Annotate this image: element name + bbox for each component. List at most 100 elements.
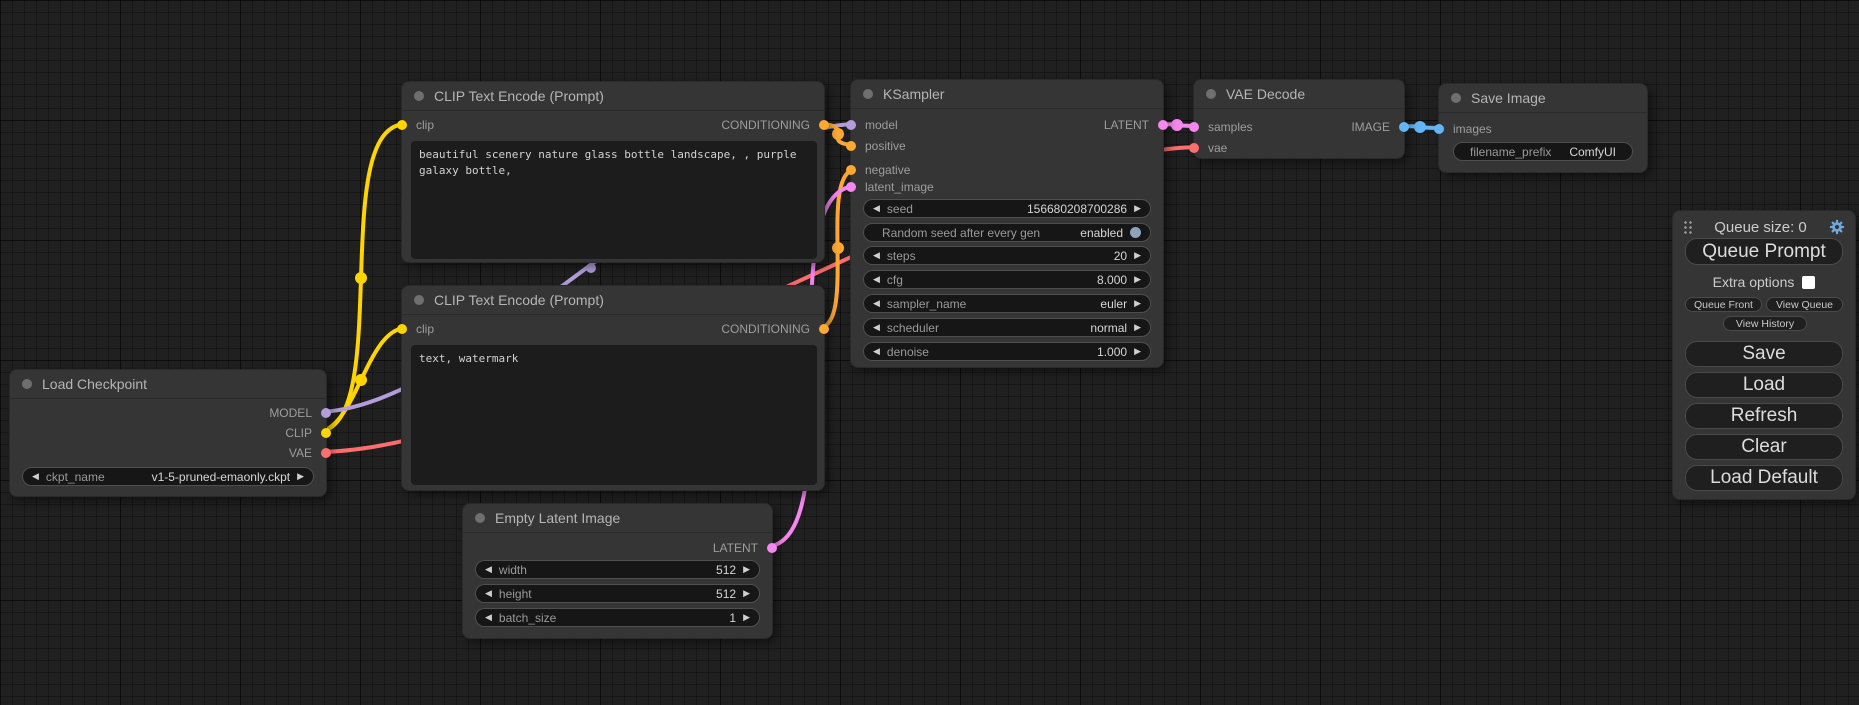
link-dot[interactable] <box>832 242 844 254</box>
decrement-arrow-icon[interactable]: ◀ <box>873 323 880 332</box>
node-empty-latent-image[interactable]: Empty Latent Image LATENT ◀ width 512 ▶ … <box>462 503 773 639</box>
view-queue-button[interactable]: View Queue <box>1766 297 1843 312</box>
filename-prefix-widget[interactable]: filename_prefix ComfyUI <box>1453 142 1633 161</box>
port-vae-input[interactable] <box>1189 143 1199 153</box>
increment-arrow-icon[interactable]: ▶ <box>1134 275 1141 284</box>
scheduler-widget[interactable]: ◀ scheduler normal ▶ <box>863 318 1151 337</box>
collapse-dot-icon[interactable] <box>22 379 32 389</box>
port-latent-image-input[interactable] <box>846 182 856 192</box>
view-history-button[interactable]: View History <box>1723 316 1807 331</box>
output-row-vae: VAE <box>10 443 326 463</box>
denoise-widget[interactable]: ◀ denoise 1.000 ▶ <box>863 342 1151 361</box>
widget-value: 512 <box>716 563 736 577</box>
link-dot[interactable] <box>1171 119 1183 131</box>
decrement-arrow-icon[interactable]: ◀ <box>485 589 492 598</box>
sampler-name-widget[interactable]: ◀ sampler_name euler ▶ <box>863 294 1151 313</box>
increment-arrow-icon[interactable]: ▶ <box>743 589 750 598</box>
node-save-image[interactable]: Save Image images filename_prefix ComfyU… <box>1438 83 1648 173</box>
seed-widget[interactable]: ◀ seed 156680208700286 ▶ <box>863 199 1151 218</box>
port-negative-input[interactable] <box>846 165 856 175</box>
node-vae-decode[interactable]: VAE Decode samples IMAGE vae <box>1193 79 1405 159</box>
widget-label: cfg <box>887 273 903 287</box>
increment-arrow-icon[interactable]: ▶ <box>1134 204 1141 213</box>
collapse-dot-icon[interactable] <box>414 91 424 101</box>
collapse-dot-icon[interactable] <box>1451 93 1461 103</box>
collapse-dot-icon[interactable] <box>1206 89 1216 99</box>
refresh-button[interactable]: Refresh <box>1685 403 1843 429</box>
negative-prompt-textarea[interactable]: text, watermark <box>411 345 817 485</box>
toggle-circle-icon[interactable] <box>1130 227 1141 238</box>
increment-arrow-icon[interactable]: ▶ <box>1134 299 1141 308</box>
node-title-bar[interactable]: CLIP Text Encode (Prompt) <box>402 286 824 315</box>
positive-prompt-textarea[interactable]: beautiful scenery nature glass bottle la… <box>411 141 817 259</box>
link-dot[interactable] <box>355 374 367 386</box>
decrement-arrow-icon[interactable]: ◀ <box>485 565 492 574</box>
increment-arrow-icon[interactable]: ▶ <box>743 565 750 574</box>
extra-options-checkbox[interactable] <box>1802 276 1815 289</box>
port-model-output[interactable] <box>321 408 331 418</box>
save-button[interactable]: Save <box>1685 341 1843 367</box>
load-button[interactable]: Load <box>1685 372 1843 398</box>
node-title-bar[interactable]: VAE Decode <box>1194 80 1404 109</box>
batch-size-widget[interactable]: ◀ batch_size 1 ▶ <box>475 608 760 627</box>
link-dot[interactable] <box>586 263 596 273</box>
collapse-dot-icon[interactable] <box>475 513 485 523</box>
decrement-arrow-icon[interactable]: ◀ <box>873 275 880 284</box>
port-clip-output[interactable] <box>321 428 331 438</box>
random-seed-toggle-widget[interactable]: Random seed after every gen enabled <box>863 223 1151 242</box>
port-model-input[interactable] <box>846 120 856 130</box>
decrement-arrow-icon[interactable]: ◀ <box>873 204 880 213</box>
port-label-model: MODEL <box>269 406 312 420</box>
port-image-output[interactable] <box>1399 122 1409 132</box>
link-dot[interactable] <box>1414 121 1426 133</box>
decrement-arrow-icon[interactable]: ◀ <box>485 613 492 622</box>
port-clip-input[interactable] <box>397 324 407 334</box>
settings-gear-icon[interactable] <box>1829 219 1845 235</box>
port-positive-input[interactable] <box>846 141 856 151</box>
cfg-widget[interactable]: ◀ cfg 8.000 ▶ <box>863 270 1151 289</box>
node-ksampler[interactable]: KSampler model LATENT positive negative … <box>850 79 1164 368</box>
ckpt-name-widget[interactable]: ◀ ckpt_name v1-5-pruned-emaonly.ckpt ▶ <box>22 467 314 486</box>
node-title-bar[interactable]: Save Image <box>1439 84 1647 113</box>
increment-arrow-icon[interactable]: ▶ <box>743 613 750 622</box>
increment-arrow-icon[interactable]: ▶ <box>297 472 304 481</box>
height-widget[interactable]: ◀ height 512 ▶ <box>475 584 760 603</box>
widget-label: filename_prefix <box>1470 145 1551 159</box>
collapse-dot-icon[interactable] <box>414 295 424 305</box>
port-latent-output[interactable] <box>767 543 777 553</box>
node-clip-text-encode-positive[interactable]: CLIP Text Encode (Prompt) clip CONDITION… <box>401 81 825 263</box>
node-title-bar[interactable]: Load Checkpoint <box>10 370 326 399</box>
load-default-button[interactable]: Load Default <box>1685 465 1843 491</box>
steps-widget[interactable]: ◀ steps 20 ▶ <box>863 246 1151 265</box>
collapse-dot-icon[interactable] <box>863 89 873 99</box>
decrement-arrow-icon[interactable]: ◀ <box>873 251 880 260</box>
node-title-bar[interactable]: KSampler <box>851 80 1163 109</box>
port-samples-input[interactable] <box>1189 122 1199 132</box>
port-conditioning-output[interactable] <box>819 120 829 130</box>
node-clip-text-encode-negative[interactable]: CLIP Text Encode (Prompt) clip CONDITION… <box>401 285 825 491</box>
widget-value: ComfyUI <box>1569 145 1616 159</box>
node-load-checkpoint[interactable]: Load Checkpoint MODEL CLIP VAE ◀ ckpt_na… <box>9 369 327 497</box>
queue-prompt-button[interactable]: Queue Prompt <box>1685 238 1843 265</box>
drag-handle-icon[interactable] <box>1683 220 1692 235</box>
port-images-input[interactable] <box>1434 124 1444 134</box>
port-conditioning-output[interactable] <box>819 324 829 334</box>
increment-arrow-icon[interactable]: ▶ <box>1134 347 1141 356</box>
width-widget[interactable]: ◀ width 512 ▶ <box>475 560 760 579</box>
node-title: CLIP Text Encode (Prompt) <box>434 292 604 308</box>
decrement-arrow-icon[interactable]: ◀ <box>873 347 880 356</box>
increment-arrow-icon[interactable]: ▶ <box>1134 251 1141 260</box>
increment-arrow-icon[interactable]: ▶ <box>1134 323 1141 332</box>
port-latent-output[interactable] <box>1158 120 1168 130</box>
node-title-bar[interactable]: Empty Latent Image <box>463 504 772 533</box>
port-clip-input[interactable] <box>397 120 407 130</box>
widget-label: width <box>499 563 527 577</box>
queue-front-button[interactable]: Queue Front <box>1685 297 1762 312</box>
link-dot[interactable] <box>832 128 844 140</box>
link-dot[interactable] <box>355 272 367 284</box>
decrement-arrow-icon[interactable]: ◀ <box>873 299 880 308</box>
port-vae-output[interactable] <box>321 448 331 458</box>
decrement-arrow-icon[interactable]: ◀ <box>32 472 39 481</box>
node-title-bar[interactable]: CLIP Text Encode (Prompt) <box>402 82 824 111</box>
clear-button[interactable]: Clear <box>1685 434 1843 460</box>
